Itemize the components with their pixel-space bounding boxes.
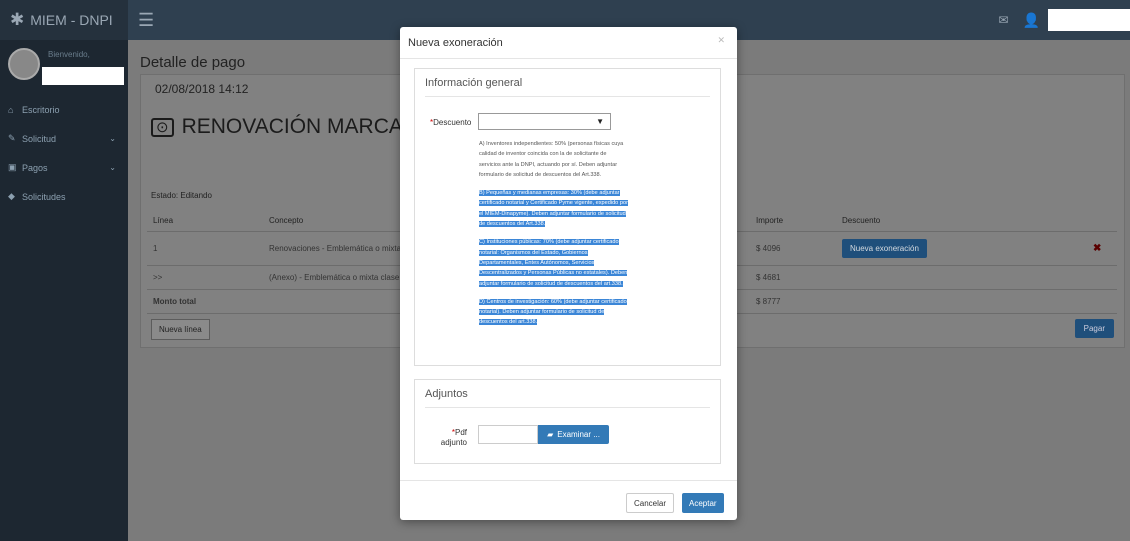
money-icon: ▣ (8, 162, 17, 172)
row-line: >> (147, 265, 263, 290)
avatar (8, 48, 40, 80)
accept-button[interactable]: Aceptar (682, 493, 724, 513)
user-name-field (42, 67, 124, 85)
status-text: Estado: Editando (151, 191, 212, 200)
tag-icon: ◆ (8, 191, 15, 201)
home-icon: ⌂ (8, 104, 14, 115)
discount-options-list: A) Inventores independientes: 50% (perso… (479, 139, 629, 336)
sidebar: Bienvenido, ⌂ Escritorio ✎ Solicitud ⌄ ▣… (0, 40, 128, 541)
col-header-descuento: Descuento (836, 210, 1087, 232)
payment-heading: ⊙ RENOVACIÓN MARCA (151, 115, 403, 139)
discount-option[interactable]: B) Pequeñas y medianas empresas: 30% (de… (479, 190, 628, 228)
delete-icon[interactable]: ✖ (1093, 243, 1101, 254)
page-title: Detalle de pago (140, 54, 246, 71)
brand-label: MIEM - DNPI (30, 12, 113, 28)
col-header-importe: Importe (750, 210, 836, 232)
modal-footer: Cancelar Aceptar (400, 480, 737, 520)
sidebar-item-pagos[interactable]: ▣ Pagos ⌄ (0, 153, 128, 182)
sidebar-item-label: Solicitudes (22, 191, 66, 202)
pdf-file-input[interactable] (478, 425, 538, 444)
close-icon[interactable]: ✕ (717, 35, 725, 46)
gear-icon: ✱ (10, 10, 25, 29)
discount-option[interactable]: C) Instituciones públicas: 70% (debe adj… (479, 239, 628, 287)
discount-label: *Descuento (430, 118, 472, 127)
discount-option[interactable]: A) Inventores independientes: 50% (perso… (479, 141, 623, 178)
sidebar-item-label: Solicitud (22, 133, 57, 144)
row-line: 1 (147, 231, 263, 266)
section-title: Información general (425, 69, 710, 97)
cancel-button[interactable]: Cancelar (626, 493, 675, 513)
folder-icon: ▰ (547, 430, 554, 439)
mail-icon[interactable]: ✉ (999, 13, 1009, 27)
money-icon: ⊙ (151, 117, 174, 137)
attachments-section: Adjuntos *Pdf adjunto ▰ Examinar ... (414, 379, 721, 464)
total-label: Monto total (147, 289, 263, 314)
chevron-down-icon: ⌄ (109, 134, 116, 143)
modal-header: Nueva exoneración ✕ (400, 27, 737, 59)
discount-option[interactable]: D) Centros de investigación: 60% (debe a… (479, 298, 627, 326)
menu-toggle-icon[interactable]: ☰ (138, 10, 154, 31)
welcome-text: Bienvenido, (48, 50, 90, 59)
sidebar-profile: Bienvenido, (0, 40, 128, 95)
sidebar-item-solicitud[interactable]: ✎ Solicitud ⌄ (0, 124, 128, 153)
sidebar-item-label: Pagos (22, 162, 48, 173)
brand[interactable]: ✱ MIEM - DNPI (0, 0, 128, 40)
exoneration-modal: Nueva exoneración ✕ Información general … (400, 27, 737, 520)
sidebar-item-escritorio[interactable]: ⌂ Escritorio (0, 95, 128, 124)
chevron-down-icon: ▼ (596, 117, 604, 126)
nueva-exoneracion-button[interactable]: Nueva exoneración (842, 239, 927, 258)
browse-button[interactable]: ▰ Examinar ... (538, 425, 609, 444)
general-info-section: Información general *Descuento ▼ A) Inve… (414, 68, 721, 366)
modal-title: Nueva exoneración (408, 36, 503, 49)
edit-icon: ✎ (8, 133, 16, 143)
row-amount: $ 4681 (750, 265, 836, 290)
col-header-linea: Línea (147, 210, 263, 232)
pay-button[interactable]: Pagar (1074, 319, 1114, 338)
row-amount: $ 4096 (750, 231, 836, 266)
user-icon[interactable]: 👤 (1023, 12, 1040, 29)
discount-select[interactable]: ▼ (478, 113, 611, 130)
user-name-box[interactable] (1048, 9, 1130, 31)
sidebar-item-label: Escritorio (22, 104, 60, 115)
total-amount: $ 8777 (750, 289, 836, 314)
pdf-label: *Pdf adjunto (440, 428, 467, 447)
section-title: Adjuntos (425, 380, 710, 408)
new-line-button[interactable]: Nueva línea (151, 319, 210, 340)
heading-text: RENOVACIÓN MARCA (181, 115, 403, 138)
payment-date: 02/08/2018 14:12 (155, 82, 249, 96)
chevron-down-icon: ⌄ (109, 163, 116, 172)
sidebar-item-solicitudes[interactable]: ◆ Solicitudes (0, 182, 128, 211)
